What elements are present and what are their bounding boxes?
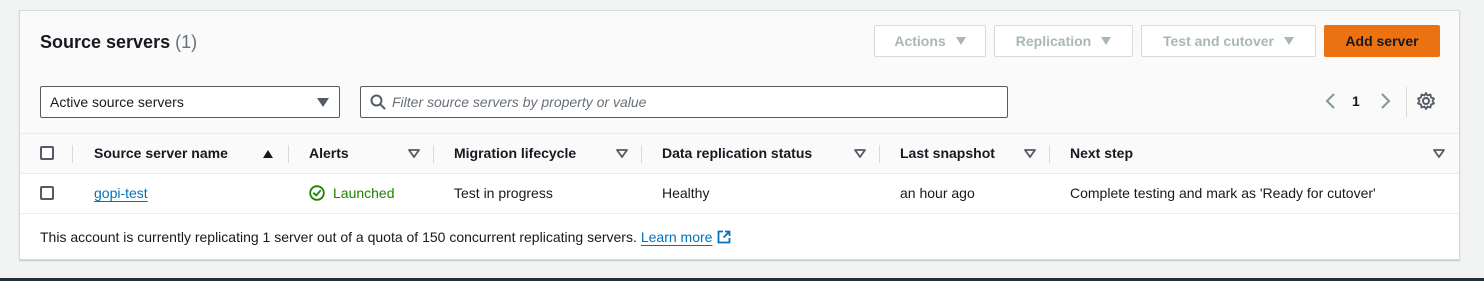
- column-label: Migration lifecycle: [454, 145, 577, 162]
- table-row[interactable]: gopi-test Launched Test in progress Heal…: [20, 173, 1459, 214]
- gear-icon[interactable]: [1416, 91, 1436, 111]
- sort-caret-icon: [1024, 149, 1036, 158]
- chevron-right-icon[interactable]: [1376, 91, 1394, 111]
- search-icon: [370, 94, 386, 110]
- replication-label: Replication: [1015, 33, 1092, 49]
- table-header-row: Source server name Alerts Migration life…: [20, 134, 1459, 174]
- source-servers-table: Source server name Alerts Migration life…: [20, 134, 1459, 214]
- column-label: Alerts: [309, 145, 349, 162]
- divider: [1406, 87, 1407, 117]
- row-checkbox[interactable]: [40, 186, 54, 200]
- quota-note: This account is currently replicating 1 …: [40, 229, 731, 245]
- column-next-step[interactable]: Next step: [1050, 134, 1459, 174]
- check-circle-icon: [309, 185, 325, 201]
- next-step-value: Complete testing and mark as 'Ready for …: [1070, 185, 1376, 201]
- panel-header: Source servers (1) Actions Replication T…: [20, 11, 1459, 134]
- replication-button[interactable]: Replication: [994, 25, 1133, 57]
- test-and-cutover-button[interactable]: Test and cutover: [1141, 25, 1316, 57]
- alert-label: Launched: [333, 185, 395, 201]
- select-all-header: [20, 134, 73, 174]
- column-label: Data replication status: [662, 145, 813, 162]
- learn-more-label: Learn more: [640, 229, 713, 245]
- replication-status-value: Healthy: [662, 185, 710, 201]
- column-label: Next step: [1070, 145, 1134, 162]
- sort-caret-icon: [408, 149, 420, 158]
- title-text: Source servers: [40, 32, 171, 52]
- select-all-checkbox[interactable]: [40, 146, 54, 161]
- last-snapshot-value: an hour ago: [900, 185, 975, 201]
- column-label: Source server name: [94, 145, 228, 162]
- caret-down-icon: [317, 98, 329, 107]
- test-and-cutover-label: Test and cutover: [1163, 33, 1274, 49]
- search-field[interactable]: [360, 86, 1008, 118]
- column-migration-lifecycle[interactable]: Migration lifecycle: [434, 134, 642, 174]
- source-servers-panel: Source servers (1) Actions Replication T…: [19, 10, 1460, 260]
- sort-caret-icon: [1433, 149, 1445, 158]
- panel-title: Source servers (1): [40, 31, 197, 53]
- actions-button[interactable]: Actions: [874, 25, 986, 57]
- add-server-label: Add server: [1345, 33, 1419, 49]
- external-link-icon: [718, 230, 731, 244]
- actions-label: Actions: [894, 33, 946, 49]
- sort-ascending-icon: [263, 150, 273, 158]
- add-server-button[interactable]: Add server: [1324, 25, 1440, 57]
- caret-down-icon: [1284, 37, 1294, 45]
- column-source-server-name[interactable]: Source server name: [73, 134, 289, 174]
- quota-text: This account is currently replicating 1 …: [40, 229, 637, 245]
- alert-status: Launched: [309, 185, 395, 201]
- learn-more-link[interactable]: Learn more: [641, 229, 732, 245]
- column-alerts[interactable]: Alerts: [289, 134, 434, 174]
- sort-caret-icon: [616, 149, 628, 158]
- filter-select[interactable]: Active source servers: [40, 86, 340, 118]
- chevron-left-icon[interactable]: [1322, 91, 1340, 111]
- sort-caret-icon: [854, 149, 866, 158]
- caret-down-icon: [955, 37, 966, 45]
- lifecycle-value: Test in progress: [454, 185, 553, 201]
- current-page[interactable]: 1: [1352, 93, 1360, 109]
- server-name-link[interactable]: gopi-test: [94, 185, 148, 201]
- column-data-replication-status[interactable]: Data replication status: [642, 134, 880, 174]
- filter-select-value: Active source servers: [50, 94, 184, 110]
- title-count: (1): [175, 32, 198, 52]
- search-input[interactable]: [392, 87, 992, 117]
- column-last-snapshot[interactable]: Last snapshot: [880, 134, 1050, 174]
- column-label: Last snapshot: [900, 145, 995, 162]
- caret-down-icon: [1101, 37, 1112, 45]
